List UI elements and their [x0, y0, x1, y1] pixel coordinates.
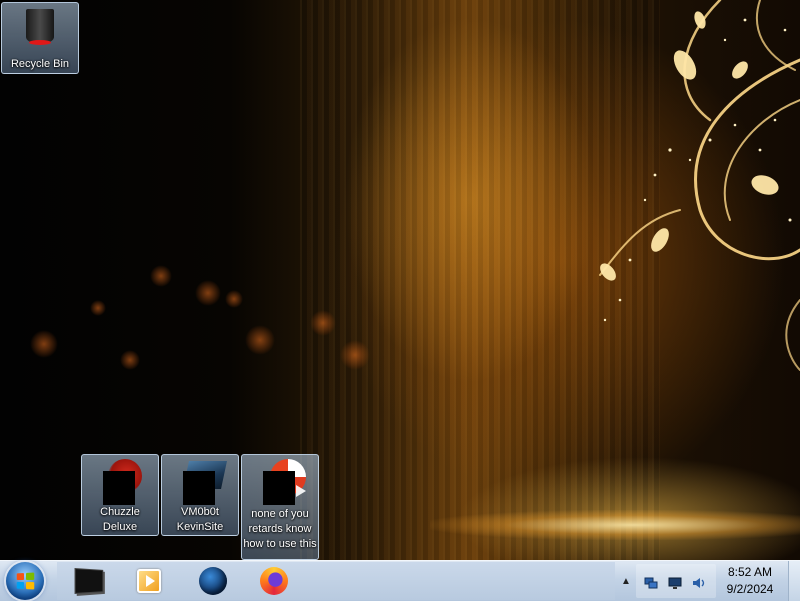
- globe-icon: [199, 567, 227, 595]
- show-desktop-button[interactable]: [788, 561, 800, 601]
- firefox-shortcut-icon: [256, 459, 306, 505]
- wallpaper-bokeh: [30, 330, 58, 358]
- wallpaper-bokeh: [310, 310, 336, 336]
- desktop-icon-label: none of you retards know how to use this: [243, 508, 317, 550]
- chuzzle-app-icon: [96, 459, 144, 505]
- system-tray: [636, 564, 716, 598]
- start-button[interactable]: [6, 562, 44, 600]
- windows-logo-icon: [16, 572, 35, 590]
- desktop-icon-recycle-bin[interactable]: Recycle Bin: [1, 2, 79, 74]
- desktop-icon-label: Chuzzle Deluxe: [100, 506, 140, 533]
- display-icon[interactable]: [668, 576, 682, 590]
- wallpaper-bokeh: [340, 340, 370, 370]
- taskbar-button-terminal[interactable]: [70, 565, 110, 597]
- taskbar: ▲ 8:52 AM 9/2/2024: [0, 560, 800, 601]
- firefox-icon: [260, 567, 288, 595]
- wallpaper-swirl-ornament: [599, 0, 800, 371]
- wallpaper-bokeh: [150, 265, 172, 287]
- wallpaper-bokeh: [225, 290, 243, 308]
- clock-date: 9/2/2024: [726, 582, 774, 596]
- wallpaper-glow: [430, 510, 800, 540]
- tray-overflow-chevron-icon[interactable]: ▲: [620, 571, 632, 591]
- taskbar-clock[interactable]: 8:52 AM 9/2/2024: [716, 561, 784, 601]
- volume-icon[interactable]: [692, 576, 706, 590]
- desktop-icon-label: Recycle Bin: [10, 58, 70, 70]
- taskbar-button-media-player[interactable]: [129, 565, 169, 597]
- desktop-icon-label: VM0b0t KevinSite: [176, 506, 224, 533]
- desktop[interactable]: Recycle Bin Chuzzle Deluxe VM0b0t KevinS…: [0, 0, 800, 600]
- taskbar-button-firefox[interactable]: [254, 565, 294, 597]
- wallpaper-bokeh: [120, 350, 140, 370]
- terminal-icon: [74, 567, 104, 595]
- recycle-bin-icon: [16, 7, 64, 47]
- clock-time: 8:52 AM: [727, 565, 773, 579]
- network-icon[interactable]: [644, 576, 658, 590]
- desktop-icon-firefox-shortcut[interactable]: none of you retards know how to use this: [241, 454, 319, 560]
- wallpaper-bokeh: [245, 325, 275, 355]
- wallpaper-bokeh: [195, 280, 221, 306]
- media-player-icon: [137, 569, 161, 593]
- desktop-icon-chuzzle-deluxe[interactable]: Chuzzle Deluxe: [81, 454, 159, 536]
- desktop-icon-vm0b0t-kevinsite[interactable]: VM0b0t KevinSite: [161, 454, 239, 536]
- shortcut-arrow-icon: [296, 485, 306, 497]
- vm-shortcut-icon: [176, 459, 227, 505]
- taskbar-button-globe[interactable]: [193, 565, 233, 597]
- wallpaper-streaks: [300, 0, 660, 560]
- wallpaper-bokeh: [90, 300, 106, 316]
